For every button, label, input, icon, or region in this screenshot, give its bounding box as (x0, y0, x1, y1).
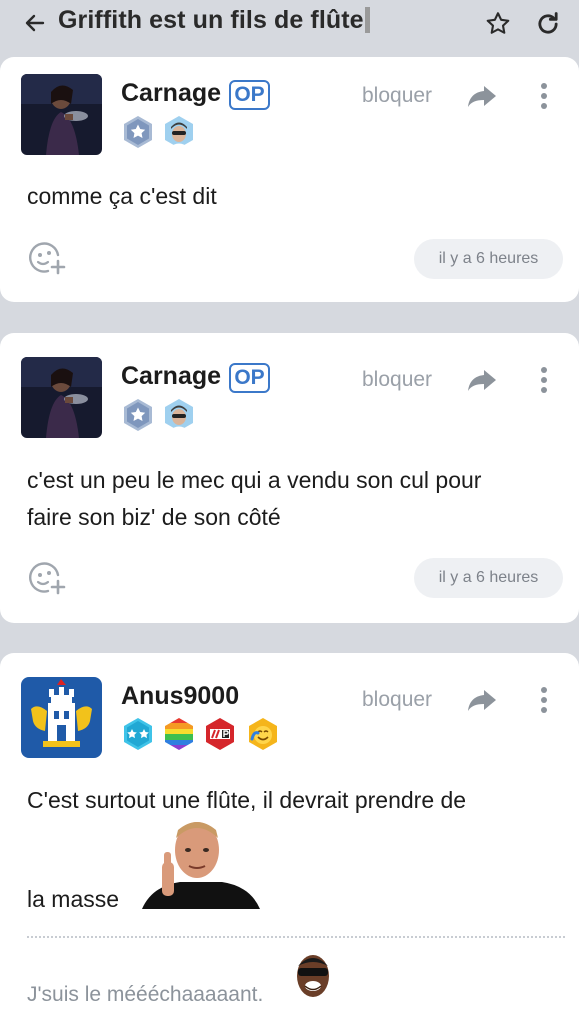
share-icon[interactable] (466, 82, 498, 110)
sunglasses-face-sticker (294, 948, 332, 1000)
block-button[interactable]: bloquer (362, 368, 432, 392)
share-icon[interactable] (466, 366, 498, 394)
op-badge: OP (229, 363, 270, 393)
post-card: Carnage OP bloquer c'est un peu le mec q… (0, 333, 579, 623)
signature-text: J'suis le méééchaaaaant. (27, 983, 264, 1006)
post-text: comme ça c'est dit (27, 183, 217, 209)
username[interactable]: Carnage (121, 362, 221, 391)
username[interactable]: Anus9000 (121, 682, 239, 711)
post-text-line: C'est surtout une flûte, il devrait pren… (27, 787, 467, 813)
more-options-icon[interactable] (534, 365, 554, 395)
sunglasses-man-badge-icon[interactable] (162, 398, 196, 432)
avatar[interactable] (21, 357, 102, 438)
top-bar: Griffith est un fils de flûte (0, 0, 579, 46)
hype-p-badge-icon[interactable] (203, 717, 237, 751)
smiley-badge-icon[interactable] (246, 717, 280, 751)
username[interactable]: Carnage (121, 79, 221, 108)
star-badge-icon[interactable] (121, 398, 155, 432)
more-options-icon[interactable] (534, 685, 554, 715)
signature-divider (27, 936, 565, 938)
post-text-line: faire son biz' de son côté (27, 504, 281, 530)
post-text-line: c'est un peu le mec qui a vendu son cul … (27, 467, 482, 493)
two-stars-badge-icon[interactable] (121, 717, 155, 751)
avatar[interactable] (21, 677, 102, 758)
topic-title: Griffith est un fils de flûte (58, 6, 370, 35)
post-card: Carnage OP bloquer comme ça c'est dit il… (0, 57, 579, 302)
add-reaction-icon[interactable] (28, 561, 66, 597)
more-options-icon[interactable] (534, 81, 554, 111)
back-arrow-icon[interactable] (22, 10, 48, 36)
block-button[interactable]: bloquer (362, 84, 432, 108)
refresh-icon[interactable] (534, 10, 562, 38)
op-badge: OP (229, 80, 270, 110)
timestamp: il y a 6 heures (414, 239, 563, 279)
post-card: Anus9000 bloquer C'est surtout une flûte… (0, 653, 579, 1024)
man-pointing-sticker (142, 816, 260, 909)
avatar[interactable] (21, 74, 102, 155)
star-icon[interactable] (484, 10, 512, 38)
rainbow-badge-icon[interactable] (162, 717, 196, 751)
sunglasses-man-badge-icon[interactable] (162, 115, 196, 149)
post-text: c'est un peu le mec qui a vendu son cul … (27, 462, 553, 536)
timestamp: il y a 6 heures (414, 558, 563, 598)
post-text-line: la masse (27, 886, 120, 912)
text-cursor (364, 7, 370, 33)
block-button[interactable]: bloquer (362, 688, 432, 712)
share-icon[interactable] (466, 686, 498, 714)
add-reaction-icon[interactable] (28, 241, 66, 277)
star-badge-icon[interactable] (121, 115, 155, 149)
